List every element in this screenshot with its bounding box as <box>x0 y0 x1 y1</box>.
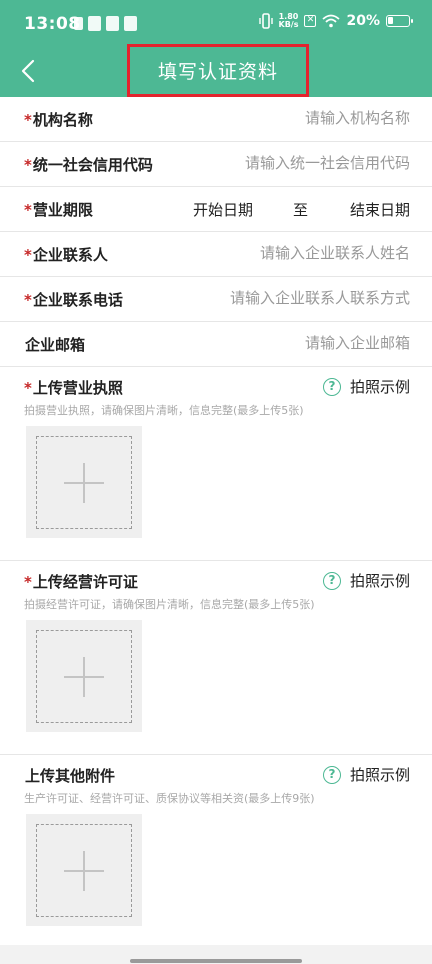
email-input[interactable] <box>170 334 410 352</box>
field-credit-code: *统一社会信用代码 <box>0 142 432 187</box>
chevron-left-icon <box>21 59 35 83</box>
upload-hint: 拍摄营业执照，请确保图片清晰，信息完整(最多上传5张) <box>24 404 304 417</box>
upload-business-license: *上传营业执照 ? 拍照示例 拍摄营业执照，请确保图片清晰，信息完整(最多上传5… <box>0 367 432 561</box>
plus-icon <box>83 851 85 891</box>
field-label: 企业邮箱 <box>24 334 85 355</box>
required-mark: * <box>24 156 32 174</box>
credit-code-input[interactable] <box>170 154 410 172</box>
field-org-name: *机构名称 <box>0 97 432 142</box>
plus-icon <box>83 657 85 697</box>
certification-form: *机构名称 *统一社会信用代码 *营业期限 开始日期 至 结束日期 *企业联系人… <box>0 97 432 945</box>
field-email: 企业邮箱 <box>0 322 432 367</box>
sim-icon <box>74 17 83 30</box>
add-photo-button[interactable] <box>26 426 142 538</box>
start-date-picker[interactable]: 开始日期 <box>193 199 253 220</box>
required-mark: * <box>24 379 32 397</box>
field-label-text: 企业邮箱 <box>25 336 86 354</box>
net-speed: 1.80 KB/s <box>279 13 299 29</box>
org-name-input[interactable] <box>170 109 410 127</box>
contact-name-input[interactable] <box>170 244 410 262</box>
page-title: 填写认证资料 <box>157 61 278 83</box>
photo-example-link[interactable]: ? 拍照示例 <box>322 764 410 785</box>
field-label: *统一社会信用代码 <box>24 154 153 175</box>
upload-title-text: 上传其他附件 <box>25 767 116 785</box>
field-label-text: 统一社会信用代码 <box>32 156 153 174</box>
upload-hint: 生产许可证、经营许可证、质保协议等相关资(最多上传9张) <box>24 792 315 805</box>
question-circle-icon: ? <box>322 571 341 590</box>
upload-title-text: 上传经营许可证 <box>32 573 138 591</box>
date-range-separator: 至 <box>293 201 309 219</box>
required-mark: * <box>24 201 32 219</box>
app-notification-icon <box>88 16 101 31</box>
upload-title-text: 上传营业执照 <box>32 379 123 397</box>
photo-example-link[interactable]: ? 拍照示例 <box>322 570 410 591</box>
field-label-text: 企业联系人 <box>32 246 108 264</box>
photo-example-label: 拍照示例 <box>349 378 410 396</box>
field-label-text: 营业期限 <box>32 201 93 219</box>
field-label: *企业联系人 <box>24 244 108 265</box>
app-notification-icon <box>124 16 137 31</box>
app-notification-icon <box>106 16 119 31</box>
status-time: 13:08 <box>24 14 81 34</box>
field-label-text: 机构名称 <box>32 111 93 129</box>
add-photo-button[interactable] <box>26 620 142 732</box>
question-circle-icon: ? <box>322 765 341 784</box>
app-header: 13:08 1.80 KB/s ✕ 20% 填写认证资料 <box>0 0 432 97</box>
upload-title: 上传其他附件 <box>24 765 115 786</box>
contact-phone-input[interactable] <box>170 289 410 307</box>
upload-title: *上传营业执照 <box>24 377 123 398</box>
required-mark: * <box>24 246 32 264</box>
add-photo-button[interactable] <box>26 814 142 926</box>
required-mark: * <box>24 111 32 129</box>
required-mark: * <box>24 573 32 591</box>
required-mark: * <box>24 291 32 309</box>
plus-icon <box>83 463 85 503</box>
upload-other-attachments: 上传其他附件 ? 拍照示例 生产许可证、经营许可证、质保协议等相关资(最多上传9… <box>0 755 432 949</box>
field-contact-phone: *企业联系电话 <box>0 277 432 322</box>
end-date-picker[interactable]: 结束日期 <box>350 199 410 220</box>
photo-example-label: 拍照示例 <box>349 766 410 784</box>
field-label-text: 企业联系电话 <box>32 291 123 309</box>
net-speed-unit: KB/s <box>278 20 299 29</box>
field-business-term: *营业期限 开始日期 至 结束日期 <box>0 187 432 232</box>
notification-icons <box>74 16 137 31</box>
vibrate-icon <box>258 13 273 29</box>
field-label: *营业期限 <box>24 199 93 220</box>
battery-icon <box>386 15 413 27</box>
upload-title: *上传经营许可证 <box>24 571 138 592</box>
status-bar: 13:08 1.80 KB/s ✕ 20% <box>0 0 432 50</box>
wifi-icon <box>322 14 341 28</box>
question-circle-icon: ? <box>322 377 341 396</box>
photo-example-link[interactable]: ? 拍照示例 <box>322 376 410 397</box>
upload-hint: 拍摄经营许可证，请确保图片清晰，信息完整(最多上传5张) <box>24 598 315 611</box>
no-sim-icon: ✕ <box>304 15 317 27</box>
battery-percent: 20% <box>346 13 380 29</box>
title-highlight: 填写认证资料 <box>127 44 309 97</box>
field-label: *企业联系电话 <box>24 289 123 310</box>
back-button[interactable] <box>12 55 44 87</box>
upload-operating-permit: *上传经营许可证 ? 拍照示例 拍摄经营许可证，请确保图片清晰，信息完整(最多上… <box>0 561 432 755</box>
status-right-icons: 1.80 KB/s ✕ 20% <box>258 13 413 29</box>
field-contact-person: *企业联系人 <box>0 232 432 277</box>
photo-example-label: 拍照示例 <box>349 572 410 590</box>
home-indicator[interactable] <box>130 959 302 963</box>
field-label: *机构名称 <box>24 109 93 130</box>
